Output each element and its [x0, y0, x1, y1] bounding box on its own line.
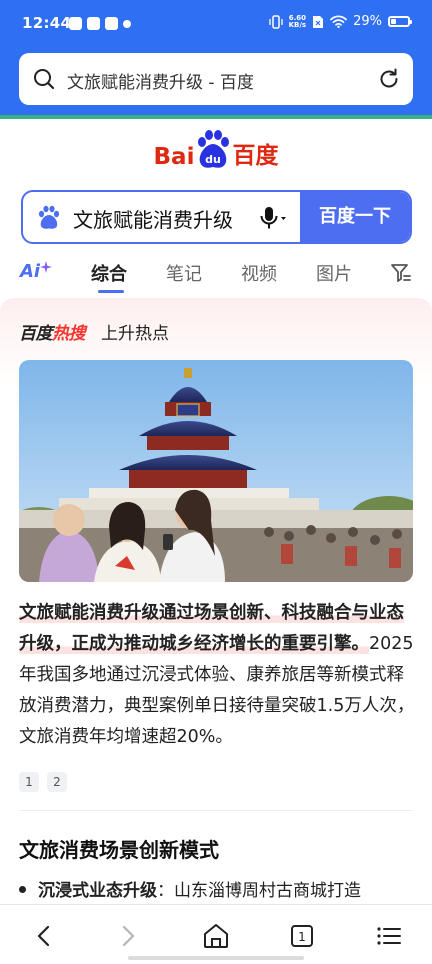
ai-summary: 文旅赋能消费升级通过场景创新、科技融合与业态升级，正成为推动城乡经济增长的重要引…: [19, 598, 415, 753]
search-input[interactable]: 文旅赋能消费升级: [73, 204, 233, 233]
home-indicator: [128, 956, 304, 960]
reference-list: 1 2: [19, 772, 67, 792]
hot-result-card: 百度热搜 上升热点 文旅赋能消费升级通过场景创新、科技融合与业态升级，正成为推动…: [0, 298, 432, 904]
address-bar[interactable]: 文旅赋能消费升级 - 百度: [19, 53, 413, 105]
mail-notification-icon: [87, 17, 100, 30]
baidu-logo[interactable]: Bai du 百度: [0, 130, 432, 176]
summary-highlight: 文旅赋能消费升级通过场景创新、科技融合与业态升级，正成为推动城乡经济增长的重要引…: [19, 603, 404, 654]
bullet-icon: [19, 885, 26, 893]
bullet-text: ：山东淄博周村古商城打造: [157, 881, 361, 901]
section-title: 文旅消费场景创新模式: [19, 838, 219, 862]
notification-icons: [69, 17, 131, 30]
sim-icon: [313, 15, 324, 28]
tab-general[interactable]: 综合: [91, 260, 127, 286]
browser-header: 12:44 6.60 KB/s 29% 文旅赋能消费升级 - 百度: [0, 0, 432, 119]
network-speed-unit: KB/s: [288, 20, 307, 29]
status-right: 6.60 KB/s 29%: [268, 14, 412, 29]
address-bar-text[interactable]: 文旅赋能消费升级 - 百度: [67, 68, 254, 93]
battery-level: [391, 19, 396, 24]
logo-paw-text: du: [206, 153, 222, 166]
logo-cn-text: 百度: [232, 143, 279, 169]
vibrate-icon: [268, 14, 283, 29]
home-icon[interactable]: [201, 921, 231, 951]
search-icon: [34, 69, 55, 90]
active-tab-indicator: [98, 290, 124, 293]
temple-of-heaven-photo[interactable]: [19, 360, 413, 582]
page-load-bar: [0, 115, 432, 119]
forward-icon[interactable]: [113, 921, 143, 951]
battery-text: 29%: [353, 14, 382, 29]
wechat-notification-icon: [105, 17, 118, 30]
filter-icon[interactable]: [390, 262, 412, 284]
search-box[interactable]: 文旅赋能消费升级 百度一下: [21, 190, 412, 244]
browser-bottom-nav: 1: [0, 904, 432, 964]
network-speed: 6.60 KB/s: [288, 14, 307, 29]
status-time: 12:44: [22, 14, 72, 32]
wifi-icon: [330, 15, 347, 28]
hot-subtitle: 上升热点: [101, 324, 169, 344]
list-item: 沉浸式业态升级：山东淄博周村古商城打造: [19, 876, 361, 901]
reference-2[interactable]: 2: [47, 772, 67, 792]
hot-brand-a: 百度: [19, 324, 53, 344]
logo-bai-text: Bai: [153, 144, 195, 170]
reference-1[interactable]: 1: [19, 772, 39, 792]
voice-input-icon[interactable]: [259, 205, 287, 231]
tab-images[interactable]: 图片: [316, 260, 352, 286]
tab-ai[interactable]: Ai: [20, 261, 53, 282]
tabs-icon[interactable]: 1: [287, 921, 317, 951]
more-notifications-icon: [123, 20, 131, 28]
hot-brand-b: 热搜: [52, 324, 86, 344]
battery-icon: [388, 16, 412, 27]
baidu-hot-search-logo: 百度热搜: [19, 319, 86, 344]
baidu-paw-icon: du: [196, 130, 230, 170]
back-icon[interactable]: [29, 921, 59, 951]
baidu-paw-small-icon: [38, 205, 60, 229]
sparkle-icon: [40, 261, 53, 273]
bullet-bold: 沉浸式业态升级: [38, 881, 157, 901]
tab-notes[interactable]: 笔记: [166, 260, 202, 286]
divider: [19, 810, 413, 811]
status-bar: 12:44 6.60 KB/s 29%: [0, 0, 432, 48]
search-button[interactable]: 百度一下: [300, 192, 410, 242]
svg-text:1: 1: [298, 930, 306, 944]
tab-videos[interactable]: 视频: [241, 260, 277, 286]
tab-ai-label: Ai: [20, 261, 41, 282]
reload-icon[interactable]: [377, 67, 401, 91]
search-tabs: Ai 综合 笔记 视频 图片: [0, 252, 432, 293]
app-notification-icon: [69, 17, 82, 30]
menu-icon[interactable]: [374, 921, 404, 951]
